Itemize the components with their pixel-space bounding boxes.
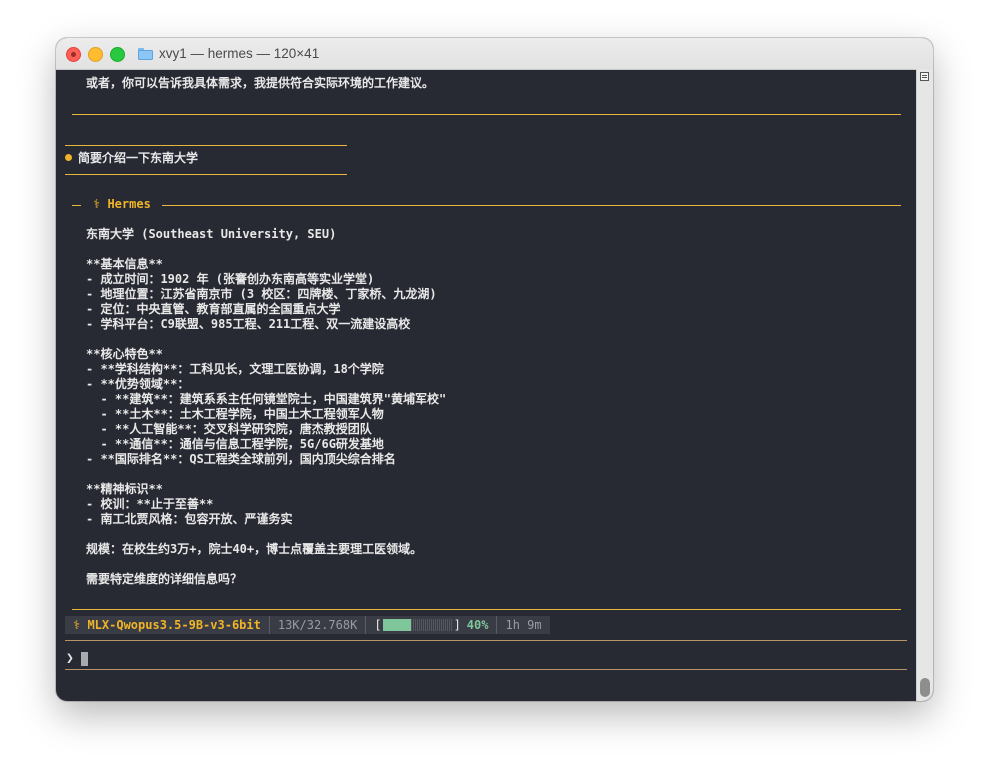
model-name: ⚕ MLX-Qwopus3.5-9B-v3-6bit bbox=[65, 616, 270, 634]
terminal-content[interactable]: 或者，你可以告诉我具体需求，我提供符合实际环境的工作建议。 简要介绍一下东南大学… bbox=[56, 69, 916, 701]
window-title-area: xvy1 — hermes — 120×41 bbox=[138, 38, 319, 69]
response-line: 东南大学 (Southeast University, SEU) bbox=[86, 227, 337, 241]
response-line: - **优势领域**： bbox=[86, 377, 190, 391]
text-cursor bbox=[80, 651, 88, 666]
previous-output-line: 或者，你可以告诉我具体需求，我提供符合实际环境的工作建议。 bbox=[86, 76, 435, 90]
response-line: 规模：在校生约3万+，院士40+，博士点覆盖主要理工医领域。 bbox=[86, 542, 423, 556]
status-bar: ⚕ MLX-Qwopus3.5-9B-v3-6bit 13K/32.768K [… bbox=[65, 616, 550, 634]
user-message-top-rule bbox=[65, 145, 347, 146]
window-title: xvy1 — hermes — 120×41 bbox=[159, 46, 320, 61]
response-line: - 定位：中央直管、教育部直属的全国重点大学 bbox=[86, 302, 341, 316]
input-prompt[interactable]: ❯ bbox=[66, 651, 88, 666]
scrollbar-thumb[interactable] bbox=[920, 678, 930, 697]
response-line: - **土木**：土木工程学院，中国土木工程领军人物 bbox=[86, 407, 384, 421]
user-bullet-icon bbox=[65, 154, 72, 161]
scrollbar[interactable] bbox=[916, 69, 933, 701]
folder-icon bbox=[138, 47, 153, 60]
status-top-rule bbox=[72, 609, 901, 610]
prompt-chevron-icon: ❯ bbox=[66, 651, 74, 666]
context-usage: [] 40% bbox=[366, 616, 498, 634]
separator-rule bbox=[72, 114, 901, 115]
response-line: **核心特色** bbox=[86, 347, 163, 361]
hermes-rule-right bbox=[162, 205, 901, 206]
response-line: - 校训：**止于至善** bbox=[86, 497, 214, 511]
response-line: - **通信**：通信与信息工程学院，5G/6G研发基地 bbox=[86, 437, 384, 451]
response-line: - 学科平台：C9联盟、985工程、211工程、双一流建设高校 bbox=[86, 317, 411, 331]
hermes-rule-left bbox=[72, 205, 81, 206]
user-message-bottom-rule bbox=[65, 174, 347, 175]
context-percent: 40% bbox=[466, 618, 489, 632]
close-window-button[interactable] bbox=[66, 47, 81, 62]
response-line: - **人工智能**：交叉科学研究院，唐杰教授团队 bbox=[86, 422, 372, 436]
response-line: - 地理位置：江苏省南京市 (3 校区：四牌楼、丁家桥、九龙湖) bbox=[86, 287, 437, 301]
minimize-window-button[interactable] bbox=[88, 47, 103, 62]
title-bar: xvy1 — hermes — 120×41 bbox=[56, 38, 933, 70]
response-line: **基本信息** bbox=[86, 257, 163, 271]
response-line: - **学科结构**：工科见长，文理工医协调，18个学院 bbox=[86, 362, 384, 376]
terminal-window: xvy1 — hermes — 120×41 或者，你可以告诉我具体需求，我提供… bbox=[56, 38, 933, 701]
context-progress-bar bbox=[382, 619, 453, 631]
elapsed-time: 1h 9m bbox=[505, 618, 542, 632]
response-line: **精神标识** bbox=[86, 482, 163, 496]
user-message: 简要介绍一下东南大学 bbox=[65, 151, 198, 166]
response-line: - **国际排名**：QS工程类全球前列，国内顶尖综合排名 bbox=[86, 452, 396, 466]
response-line: - 成立时间：1902 年 (张謇创办东南高等实业学堂) bbox=[86, 272, 375, 286]
response-line: 需要特定维度的详细信息吗？ bbox=[86, 572, 243, 586]
input-bottom-rule bbox=[65, 669, 907, 670]
zoom-window-button[interactable] bbox=[110, 47, 125, 62]
token-usage: 13K/32.768K bbox=[270, 616, 367, 634]
response-line: - **建筑**：建筑系系主任何镜堂院士，中国建筑界"黄埔军校" bbox=[86, 392, 447, 406]
hermes-label: ⚕ Hermes bbox=[93, 197, 151, 211]
marks-icon[interactable] bbox=[920, 72, 929, 81]
response-line: - 南工北贾风格：包容开放、严谨务实 bbox=[86, 512, 293, 526]
input-top-rule bbox=[65, 640, 907, 641]
